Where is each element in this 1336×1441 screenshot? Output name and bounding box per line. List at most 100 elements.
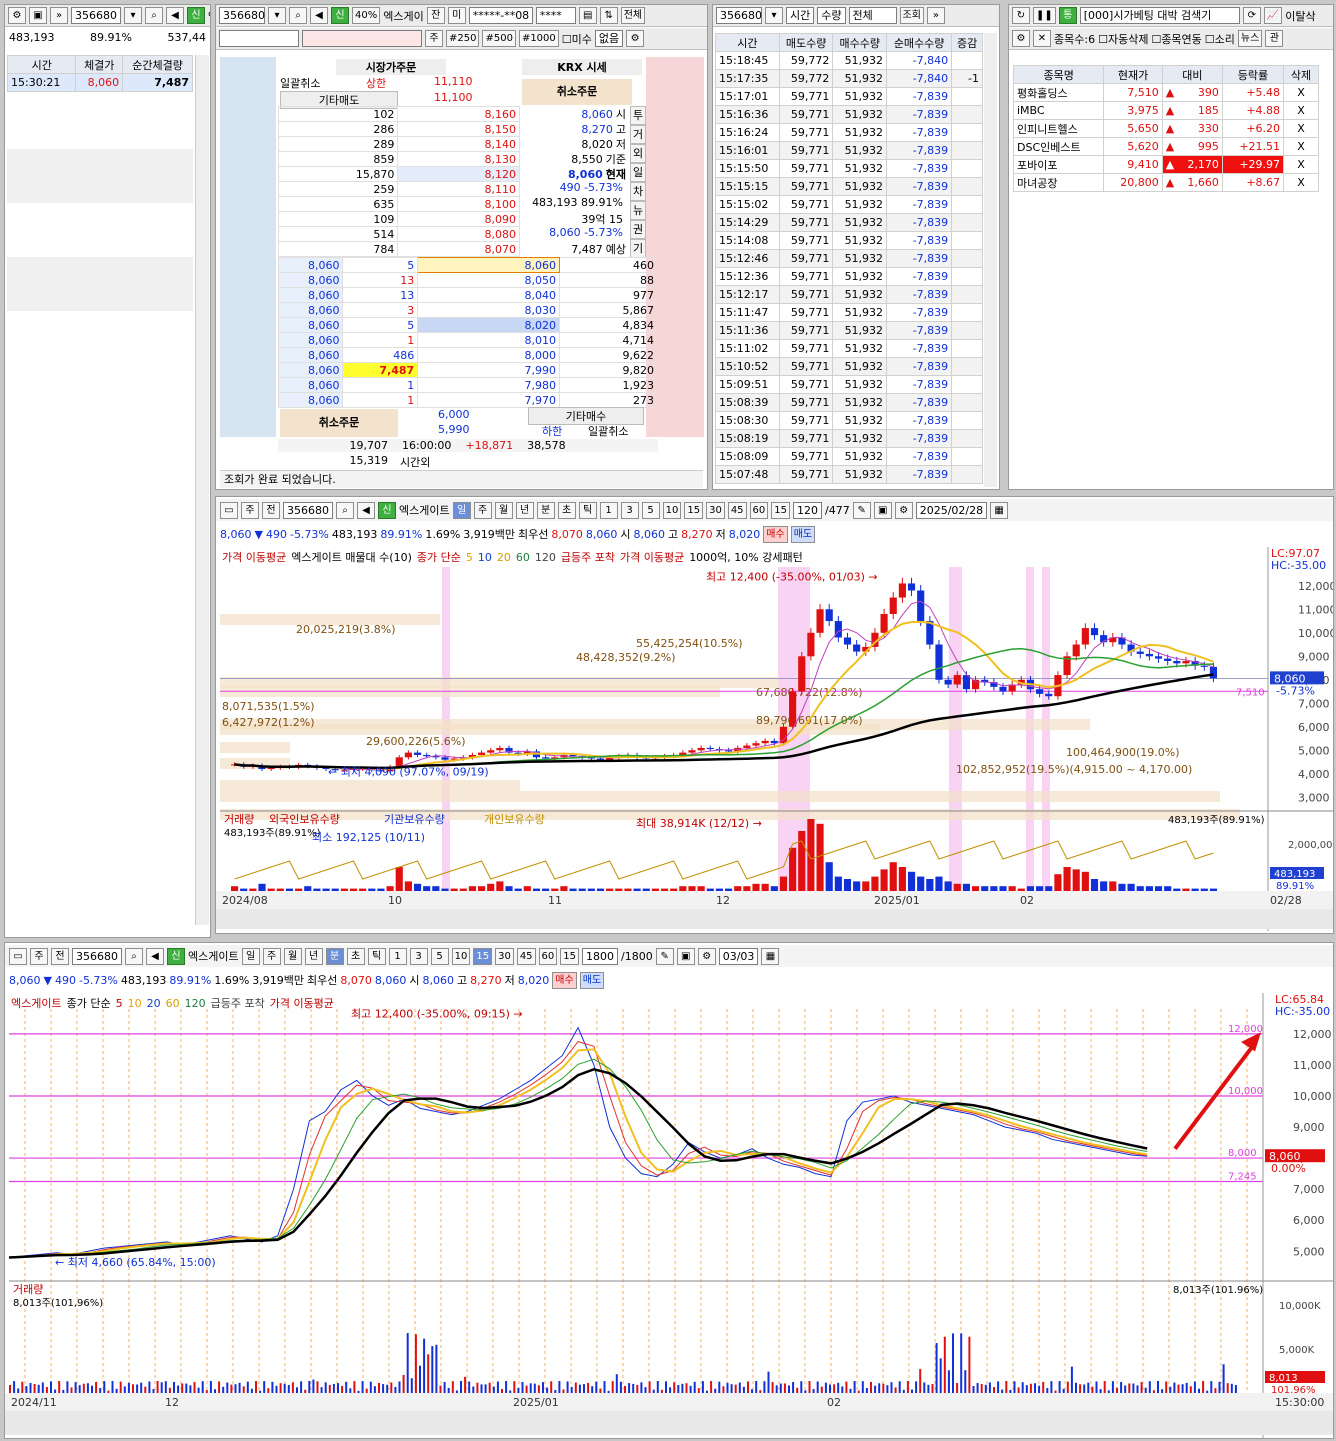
scan-col[interactable]: 대비 xyxy=(1161,65,1223,84)
trade-row[interactable]: 15:08:30 59,771 51,932 -7,839 xyxy=(715,411,983,430)
trade-row[interactable]: 15:12:36 59,771 51,932 -7,839 xyxy=(715,267,983,286)
sound-icon[interactable]: ◀ xyxy=(146,947,164,965)
period-tab[interactable]: 일 xyxy=(452,501,471,519)
count-input[interactable]: 120 xyxy=(793,501,823,519)
trade-row[interactable]: 15:16:01 59,771 51,932 -7,839 xyxy=(715,141,983,160)
tick-scrollbar[interactable] xyxy=(195,55,209,925)
ask-price[interactable]: 8,160 xyxy=(397,106,520,122)
side-tab[interactable]: 기 xyxy=(630,239,646,258)
date-input[interactable]: 03/03 xyxy=(718,947,759,965)
ask-row[interactable]: 859 8,130 xyxy=(277,151,520,167)
scan-name[interactable]: DSC인베스트 xyxy=(1012,137,1105,156)
ask-row[interactable]: 635 8,100 xyxy=(277,196,520,212)
trade-row[interactable]: 15:12:17 59,771 51,932 -7,839 xyxy=(715,285,983,304)
scan-row[interactable]: 마녀공장 20,800 ▲ 1,660 +8.67 X xyxy=(1012,173,1319,192)
search-icon[interactable]: ⌕ xyxy=(336,501,354,519)
scan-name[interactable]: 포바이포 xyxy=(1012,155,1105,174)
search-icon[interactable]: ⌕ xyxy=(145,7,163,24)
settings-icon[interactable]: ▤ xyxy=(578,7,597,24)
bid-price[interactable]: 8,000 xyxy=(417,347,561,363)
period-tab[interactable]: 분 xyxy=(536,501,555,519)
opt-qty[interactable]: 수량 xyxy=(817,7,846,24)
gear-icon[interactable]: ⚙ xyxy=(1012,30,1030,47)
trade-row[interactable]: 15:11:36 59,771 51,932 -7,839 xyxy=(715,321,983,340)
ask-row[interactable]: 784 8,070 xyxy=(277,241,520,257)
interval-button[interactable]: 5 xyxy=(641,501,660,519)
opt-all[interactable]: 전체 xyxy=(848,7,897,24)
trade-row[interactable]: 15:12:46 59,771 51,932 -7,839 xyxy=(715,249,983,268)
trade-row[interactable]: 15:15:50 59,771 51,932 -7,839 xyxy=(715,159,983,178)
save-icon[interactable]: ▣ xyxy=(873,501,892,519)
refresh-icon[interactable]: ↻ xyxy=(1012,7,1030,24)
expand-icon[interactable]: » xyxy=(926,7,945,24)
bid-price[interactable]: 8,060 xyxy=(417,257,561,273)
related-button[interactable]: 관 xyxy=(1265,30,1284,47)
password-input[interactable]: **** xyxy=(535,7,576,24)
all-button[interactable]: 전체 xyxy=(620,7,646,24)
bid-price[interactable]: 8,010 xyxy=(417,332,561,348)
delete-button[interactable]: X xyxy=(1283,101,1319,120)
interval-button[interactable]: 5 xyxy=(430,947,449,965)
unit-share[interactable]: 주 xyxy=(425,30,443,47)
side-tab[interactable]: 외 xyxy=(630,144,646,163)
interval-button[interactable]: 15 xyxy=(771,501,791,519)
bid-row[interactable]: 8,060 1 8,010 4,714 xyxy=(277,332,658,348)
scan-col[interactable]: 현재가 xyxy=(1103,65,1163,84)
period-tab[interactable]: 월 xyxy=(283,947,302,965)
condition-select[interactable]: [000]시가베팅 대박 검색기 xyxy=(1079,7,1240,24)
calendar-icon[interactable]: ▦ xyxy=(990,501,1009,519)
trade-row[interactable]: 15:17:35 59,772 51,932 -7,840 -1 xyxy=(715,69,983,88)
buy-button[interactable]: 매수 xyxy=(552,971,577,989)
side-tab[interactable]: 거 xyxy=(630,125,646,144)
ask-price[interactable]: 8,080 xyxy=(397,226,520,242)
pause-icon[interactable]: ❚❚ xyxy=(1033,7,1056,24)
gear-icon[interactable]: ⚙ xyxy=(894,501,913,519)
trade-row[interactable]: 15:15:02 59,771 51,932 -7,839 xyxy=(715,195,983,214)
trade-row[interactable]: 15:08:19 59,771 51,932 -7,839 xyxy=(715,429,983,448)
trade-row[interactable]: 15:08:09 59,771 51,932 -7,839 xyxy=(715,447,983,466)
save-icon[interactable]: ▣ xyxy=(676,947,695,965)
account-input[interactable]: *****-**08 xyxy=(468,7,533,24)
bid-row[interactable]: 8,060 13 8,040 977 xyxy=(277,287,658,303)
period-tab[interactable]: 월 xyxy=(494,501,513,519)
period-tab[interactable]: 틱 xyxy=(578,501,597,519)
bid-row[interactable]: 8,060 3 8,030 5,867 xyxy=(277,302,658,318)
price-input[interactable] xyxy=(302,30,422,47)
col-qty[interactable]: 순간체결량 xyxy=(122,55,193,74)
interval-button[interactable]: 30 xyxy=(706,501,725,519)
close-icon[interactable]: ✕ xyxy=(1033,30,1051,47)
tab-balance[interactable]: 잔 xyxy=(426,7,445,24)
ask-price[interactable]: 8,090 xyxy=(397,211,520,227)
side-tab[interactable]: 권 xyxy=(630,220,646,239)
trade-col[interactable]: 매도수량 xyxy=(778,33,834,52)
scan-name[interactable]: iMBC xyxy=(1012,101,1105,120)
period-tab[interactable]: 초 xyxy=(346,947,365,965)
trade-col[interactable]: 매수수량 xyxy=(832,33,888,52)
side-tab[interactable]: 투 xyxy=(630,106,646,125)
bid-price[interactable]: 8,050 xyxy=(417,272,561,288)
volume-legend-item[interactable]: 기관보유수량 xyxy=(384,813,445,826)
search-icon[interactable]: ⌕ xyxy=(289,7,307,24)
ask-row[interactable]: 286 8,150 xyxy=(277,121,520,137)
bid-row[interactable]: 8,060 7,487 7,990 9,820 xyxy=(277,362,658,378)
bid-row[interactable]: 8,060 13 8,050 88 xyxy=(277,272,658,288)
bid-price[interactable]: 7,980 xyxy=(417,377,561,393)
trade-row[interactable]: 15:14:29 59,771 51,932 -7,839 xyxy=(715,213,983,232)
cancel-order-top[interactable]: 취소주문 xyxy=(522,79,632,105)
scan-row[interactable]: 인피니트헬스 5,650 ▲ 330 +6.20 X xyxy=(1012,119,1319,138)
qty-input[interactable] xyxy=(219,30,299,47)
interval-button[interactable]: 30 xyxy=(495,947,514,965)
trade-col[interactable]: 증감 xyxy=(951,33,983,52)
dropdown-icon[interactable]: ▾ xyxy=(765,7,783,24)
qty-250[interactable]: #250 xyxy=(446,30,480,47)
ask-price[interactable]: 8,110 xyxy=(397,181,520,197)
bid-price[interactable]: 7,970 xyxy=(417,392,561,408)
scan-row[interactable]: iMBC 3,975 ▲ 185 +4.88 X xyxy=(1012,101,1319,120)
trade-code-input[interactable]: 356680 xyxy=(716,7,762,24)
date-input[interactable]: 2025/02/28 xyxy=(915,501,988,519)
scan-col[interactable]: 종목명 xyxy=(1012,65,1105,84)
ask-row[interactable]: 289 8,140 xyxy=(277,136,520,152)
volume-legend-item[interactable]: 개인보유수량 xyxy=(484,813,545,826)
interval-button[interactable]: 60 xyxy=(749,501,769,519)
auto-delete-checkbox[interactable]: ☐자동삭제 xyxy=(1098,31,1148,47)
